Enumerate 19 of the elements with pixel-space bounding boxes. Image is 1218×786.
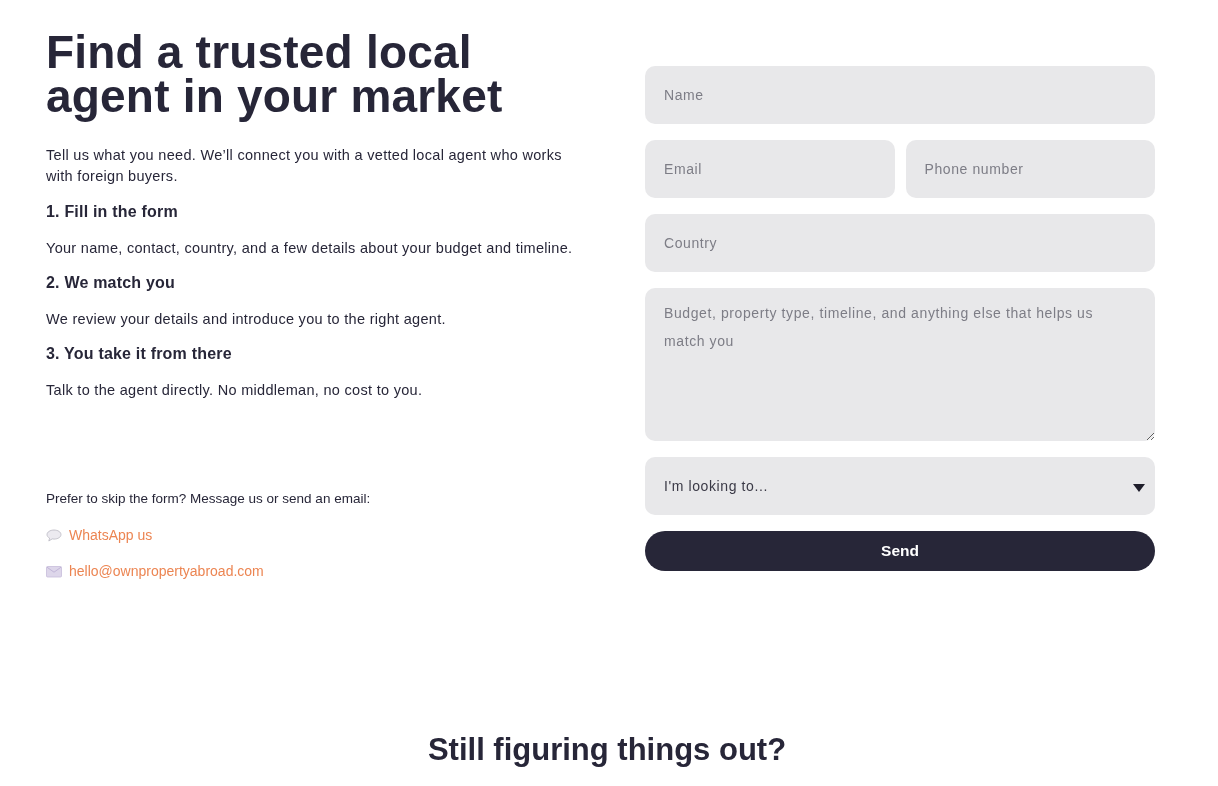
step-heading: 2. We match you	[46, 273, 176, 293]
speech-bubble-icon	[46, 528, 62, 542]
message-field[interactable]: Budget, property type, timeline, and anything else that helps us match you	[645, 288, 1155, 441]
contact-prompt: Prefer to skip the form? Message us or send an email:	[46, 490, 372, 508]
input-field[interactable]: Phone number	[905, 140, 1155, 198]
envelope-icon	[46, 564, 62, 578]
input-field[interactable]: Country	[645, 214, 1155, 272]
input-field[interactable]: Email	[645, 140, 895, 198]
step-text: Your name, contact, country, and a few details about your budget and timeline.	[46, 239, 574, 258]
step-text: Talk to the agent directly. No middleman, no cost to you.	[46, 381, 424, 400]
step-heading: 3. You take it from there	[46, 344, 233, 364]
send-button[interactable]: Send	[645, 531, 1155, 571]
caret-icon	[1133, 484, 1145, 492]
input-field[interactable]: Name	[645, 66, 1155, 124]
dropdown-field[interactable]: I'm looking to...	[645, 457, 1155, 515]
step-text: We review your details and introduce you to the right agent.	[46, 310, 447, 329]
step-heading: 1. Fill in the form	[46, 202, 179, 222]
section-heading: Still figuring things out?	[426, 732, 788, 768]
intro-text: Tell us what you need. We’ll connect you with a vetted local agent who works with foreign buyers.	[46, 146, 563, 186]
